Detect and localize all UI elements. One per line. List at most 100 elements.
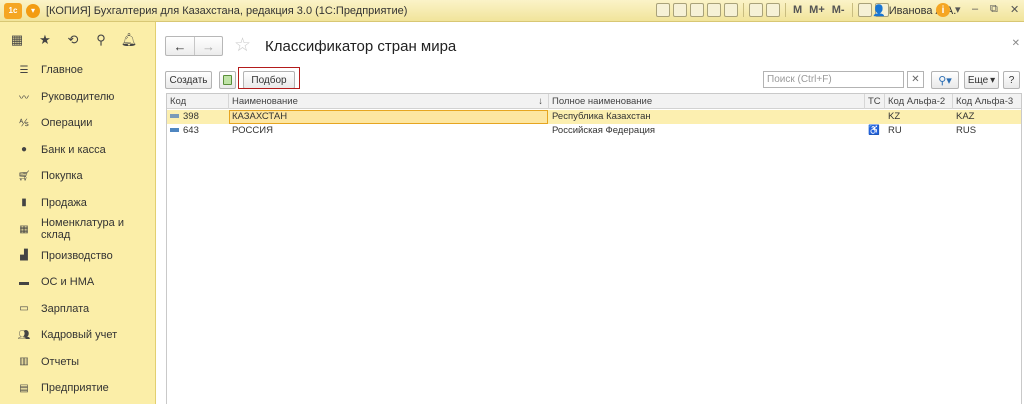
calculator-icon[interactable] xyxy=(766,3,780,17)
navigation-buttons: ← → xyxy=(165,36,223,56)
info-icon[interactable]: i xyxy=(936,3,950,17)
sidebar-item-main[interactable]: ☰ Главное xyxy=(0,57,156,84)
favorite-star-icon[interactable]: ☆ xyxy=(234,34,251,57)
sidebar-item-manager[interactable]: 〰 Руководителю xyxy=(0,84,156,111)
forward-arrow-icon[interactable]: → xyxy=(193,37,222,55)
cart-icon: 🛒︎ xyxy=(17,170,31,182)
more-button[interactable]: Еще ▾ xyxy=(964,71,999,89)
customs-union-icon: ♿ xyxy=(868,125,880,136)
copy-button[interactable] xyxy=(219,71,236,89)
chevron-down-icon: ▾ xyxy=(990,74,996,86)
restore-icon[interactable]: ⧉ xyxy=(990,3,998,16)
sidebar-item-label: Номенклатура и склад xyxy=(40,217,124,242)
app-logo-icon[interactable]: 1с xyxy=(4,2,22,19)
sidebar-item-assets[interactable]: ▬ ОС и НМА xyxy=(0,269,156,296)
minimize-icon[interactable]: – xyxy=(972,3,978,15)
row-code: 643 xyxy=(183,125,199,136)
search-button[interactable]: ⚲▾ xyxy=(931,71,959,89)
column-name-label: Наименование xyxy=(232,96,298,107)
main-form: ← → ☆ Классификатор стран мира ✕ Создать… xyxy=(157,22,1024,404)
sidebar-item-bank[interactable]: ● Банк и касса xyxy=(0,137,156,164)
menu-lines-icon: ☰ xyxy=(19,64,29,76)
column-ts[interactable]: ТС xyxy=(865,94,885,109)
sidebar-sections: ☰ Главное 〰 Руководителю ⅍ Операции ● Банк и… xyxy=(0,57,156,402)
sidebar-item-reports[interactable]: ▥ Отчеты xyxy=(0,349,156,376)
people-icon: 👥︎ xyxy=(17,329,31,341)
memory-plus-button[interactable]: M+ xyxy=(807,4,827,16)
highlight-annotation xyxy=(238,67,300,89)
bag-icon: ▮ xyxy=(21,197,27,209)
column-name[interactable]: Наименование ↓ xyxy=(229,94,549,109)
sidebar-item-label: ОС и НМА xyxy=(41,276,95,289)
coin-icon: ● xyxy=(20,144,28,156)
row-code: 398 xyxy=(183,111,199,122)
sidebar-item-label: Покупка xyxy=(41,170,83,183)
print-icon[interactable] xyxy=(673,3,687,17)
search-icon: ⚲▾ xyxy=(938,74,952,87)
user-icon: 👤 xyxy=(872,5,886,17)
memory-button[interactable]: M xyxy=(791,4,804,16)
sidebar-item-label: Руководителю xyxy=(41,90,115,103)
sidebar-item-purchase[interactable]: 🛒︎ Покупка xyxy=(0,163,156,190)
column-code[interactable]: Код xyxy=(167,94,229,109)
zoom-icon[interactable] xyxy=(857,3,872,17)
app-title: [КОПИЯ] Бухгалтерия для Казахстана, реда… xyxy=(46,4,408,17)
sidebar-item-production[interactable]: ▟ Производство xyxy=(0,243,156,270)
favorites-icon[interactable]: ★ xyxy=(38,32,52,47)
calendar-icon[interactable] xyxy=(749,3,763,17)
table-row[interactable]: 643 РОССИЯ Российская Федерация ♿ RU RUS xyxy=(167,124,1021,138)
sort-arrow-icon: ↓ xyxy=(538,96,543,107)
cell-alpha3: RUS xyxy=(956,125,977,136)
info-dropdown-icon[interactable]: ▾ xyxy=(955,3,961,16)
clear-search-icon[interactable]: ✕ xyxy=(907,71,924,88)
sidebar-item-operations[interactable]: ⅍ Операции xyxy=(0,110,156,137)
apps-grid-icon[interactable]: ▦ xyxy=(10,32,24,47)
cell-ts xyxy=(865,110,885,124)
factory-icon: ▟ xyxy=(20,250,28,262)
title-bar: 1с ▾ [КОПИЯ] Бухгалтерия для Казахстана,… xyxy=(0,0,1024,22)
create-button[interactable]: Создать xyxy=(165,71,212,89)
close-form-icon[interactable]: ✕ xyxy=(1012,38,1020,49)
titlebar-toolbar: M M+ M- xyxy=(656,3,889,17)
grid-icon: ▦ xyxy=(19,223,29,235)
cell-full-name: Российская Федерация xyxy=(552,125,656,136)
copy-icon xyxy=(223,75,232,85)
column-full-name[interactable]: Полное наименование xyxy=(549,94,865,109)
sidebar-toolbar: ▦ ★ ⟲ ⚲ 🔔︎ xyxy=(0,22,156,57)
close-window-icon[interactable]: ✕ xyxy=(1010,3,1019,16)
sidebar-item-label: Главное xyxy=(41,64,84,77)
cell-alpha2: KZ xyxy=(888,111,901,122)
sidebar-item-enterprise[interactable]: ▤ Предприятие xyxy=(0,375,156,402)
table-row[interactable]: 398 КАЗАХСТАН Республика Казахстан KZ KA… xyxy=(167,110,1021,124)
more-label: Еще xyxy=(967,74,989,86)
sidebar-item-sales[interactable]: ▮ Продажа xyxy=(0,190,156,217)
history-icon[interactable]: ⟲ xyxy=(66,32,80,47)
chart-line-icon: 〰 xyxy=(19,93,29,105)
truck-icon: ▬ xyxy=(19,276,29,288)
item-icon xyxy=(170,128,179,133)
export-icon[interactable] xyxy=(707,3,721,17)
memory-minus-button[interactable]: M- xyxy=(830,4,847,16)
sidebar-item-inventory[interactable]: ▦ Номенклатура и склад xyxy=(0,216,156,243)
cell-name: КАЗАХСТАН xyxy=(232,111,288,122)
email-icon[interactable] xyxy=(724,3,738,17)
sidebar-item-label: Предприятие xyxy=(41,382,109,395)
countries-table: Код Наименование ↓ Полное наименование ТС… xyxy=(166,93,1022,404)
search-input[interactable]: Поиск (Ctrl+F) xyxy=(763,71,904,88)
column-alpha3[interactable]: Код Альфа-3 xyxy=(953,94,1021,109)
sidebar-item-salary[interactable]: ▭ Зарплата xyxy=(0,296,156,323)
sidebar-item-label: Продажа xyxy=(41,196,87,209)
sidebar-item-hr[interactable]: 👥︎ Кадровый учет xyxy=(0,322,156,349)
main-menu-button[interactable]: ▾ xyxy=(26,3,40,18)
notifications-bell-icon[interactable]: 🔔︎ xyxy=(121,32,138,47)
save-icon[interactable] xyxy=(656,3,670,17)
column-alpha2[interactable]: Код Альфа-2 xyxy=(885,94,953,109)
back-arrow-icon[interactable]: ← xyxy=(166,37,194,55)
cell-name: РОССИЯ xyxy=(232,125,273,136)
cell-alpha3: KAZ xyxy=(956,111,975,122)
predefined-item-icon xyxy=(170,114,179,119)
search-icon[interactable]: ⚲ xyxy=(94,32,108,47)
preview-icon[interactable] xyxy=(690,3,704,17)
help-button[interactable]: ? xyxy=(1003,71,1020,89)
building-icon: ▤ xyxy=(19,382,29,394)
